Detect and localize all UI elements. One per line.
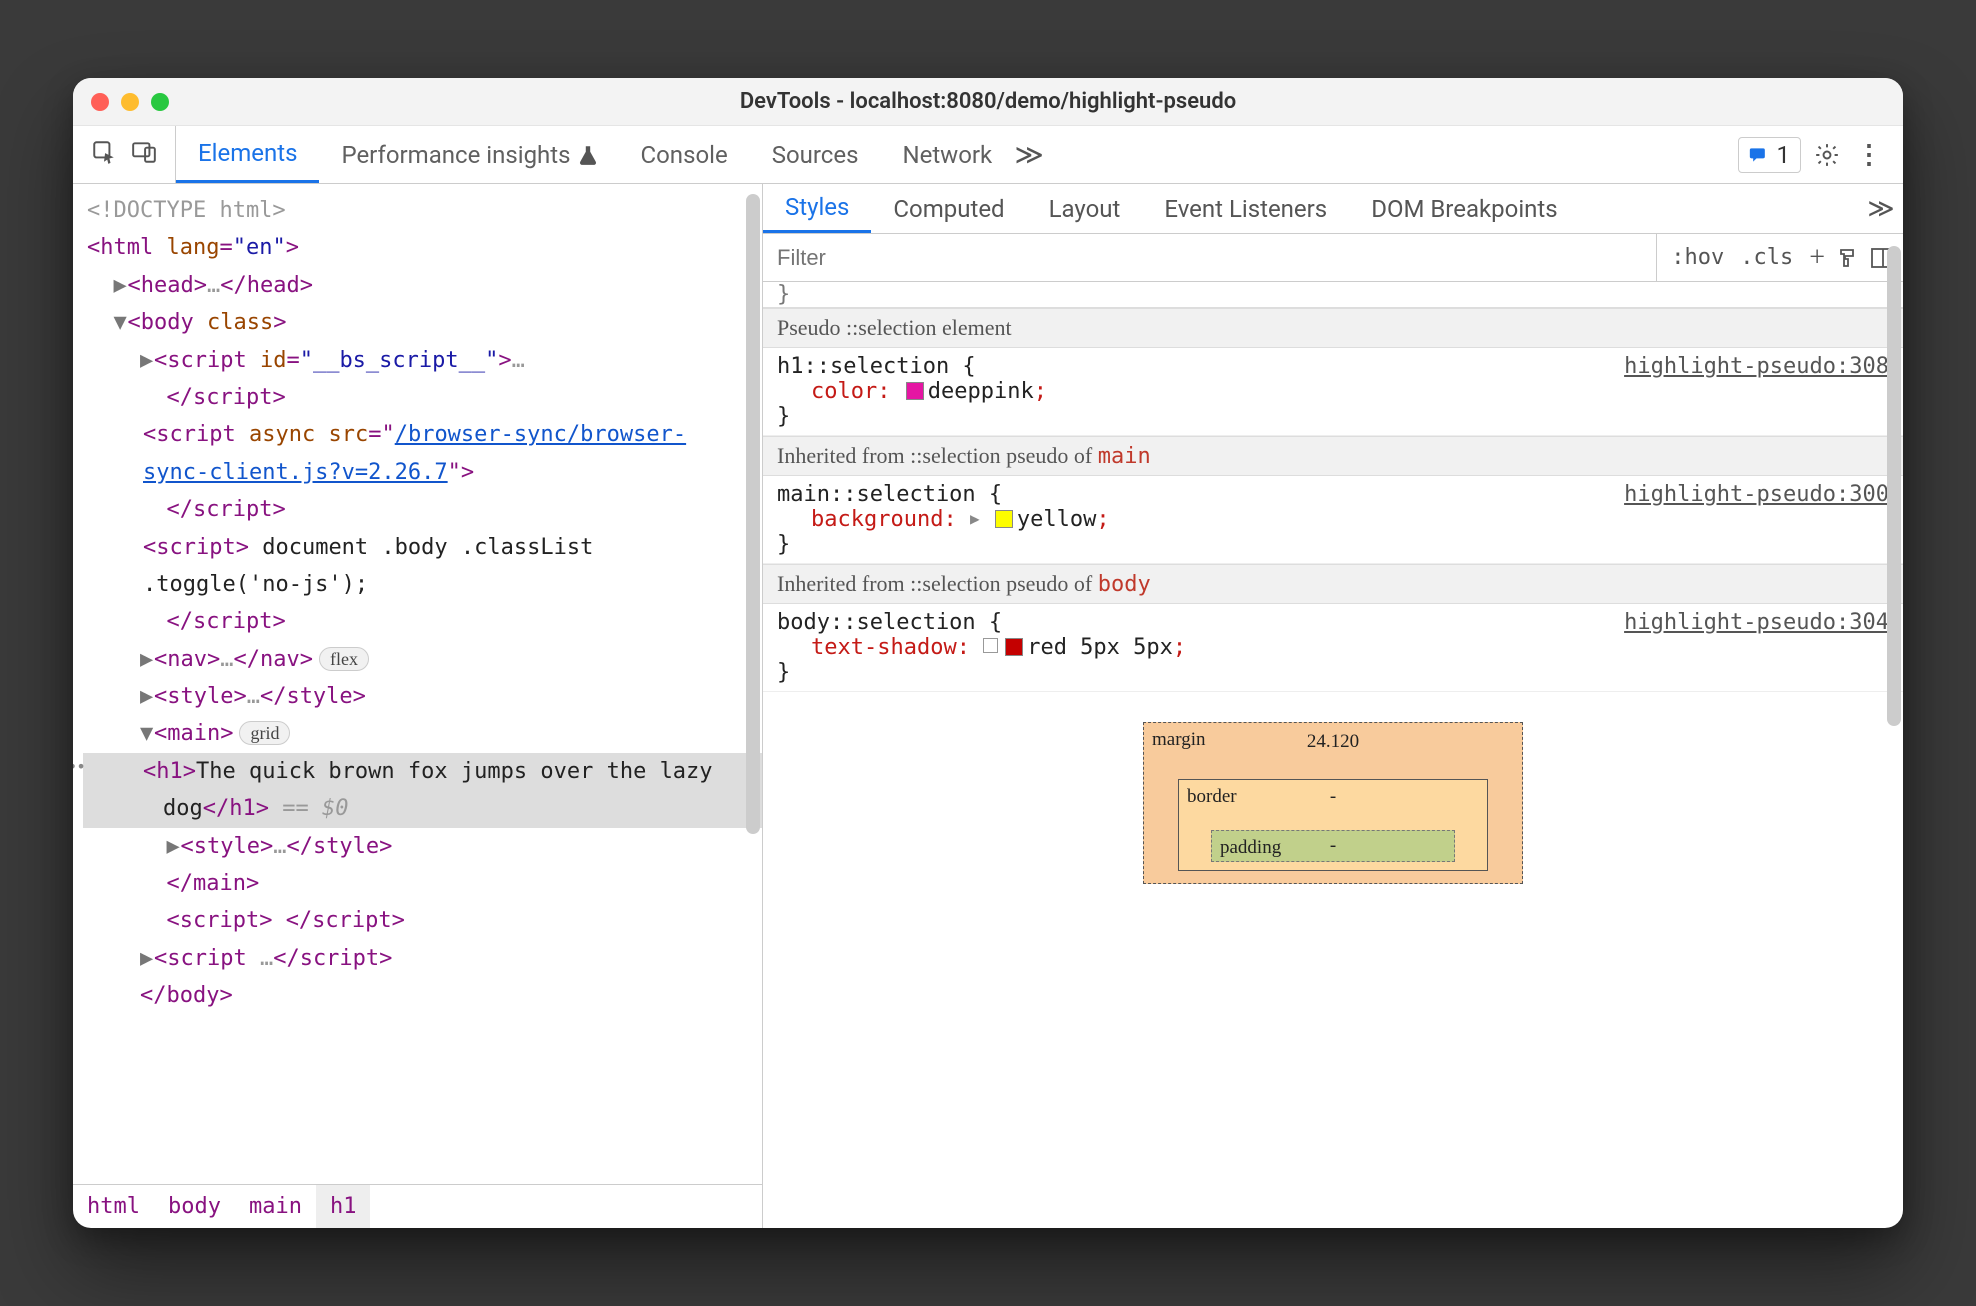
section-inherited-body: Inherited from ::selection pseudo of bod… — [763, 564, 1903, 604]
tab-console[interactable]: Console — [619, 126, 750, 183]
tab-overflow-button[interactable]: ≫ — [1014, 138, 1044, 171]
nav-node[interactable]: <nav> — [154, 647, 220, 672]
box-model-padding[interactable]: padding - — [1211, 830, 1455, 862]
layout-badge-flex[interactable]: flex — [319, 647, 369, 671]
subtab-styles[interactable]: Styles — [763, 184, 871, 233]
empty-script-node[interactable]: <script> </script> — [166, 908, 404, 933]
rule-body-selection[interactable]: highlight-pseudo:304 body::selection { t… — [763, 604, 1903, 692]
tab-performance-insights[interactable]: Performance insights — [319, 126, 618, 183]
issues-icon — [1749, 145, 1769, 165]
bs-script-node[interactable]: <script — [154, 348, 260, 373]
subtab-overflow[interactable]: ≫ — [1859, 184, 1903, 233]
filter-row: :hov .cls + — [763, 234, 1903, 282]
subtab-layout[interactable]: Layout — [1027, 184, 1143, 233]
browsersync-script-node[interactable]: <script — [143, 422, 249, 447]
elements-panel: <!DOCTYPE html> <html lang="en"> ▶<head>… — [73, 184, 763, 1228]
inline-script-node[interactable]: <script> — [143, 535, 249, 560]
breadcrumb: html body main h1 — [73, 1184, 762, 1228]
style-node-2[interactable]: <style> — [180, 834, 273, 859]
elements-scrollbar[interactable] — [746, 194, 760, 834]
shadow-icon[interactable] — [983, 638, 1001, 656]
rule-h1-selection[interactable]: highlight-pseudo:308 h1::selection { col… — [763, 348, 1903, 436]
color-swatch-deeppink[interactable] — [906, 382, 924, 400]
settings-button[interactable] — [1811, 142, 1843, 168]
doctype: <!DOCTYPE html> — [87, 198, 286, 223]
tab-performance-insights-label: Performance insights — [341, 141, 570, 169]
color-swatch-red[interactable] — [1005, 638, 1023, 656]
source-link-1[interactable]: highlight-pseudo:308 — [1624, 354, 1889, 379]
issues-button[interactable]: 1 — [1738, 137, 1802, 173]
device-toggle-icon[interactable] — [131, 139, 157, 171]
inspect-element-icon[interactable] — [91, 139, 117, 171]
head-node[interactable]: <head> — [128, 273, 207, 298]
more-menu-button[interactable]: ⋮ — [1853, 140, 1885, 170]
main-tab-list: Elements Performance insights Console So… — [176, 126, 1044, 183]
rule-main-selection[interactable]: highlight-pseudo:300 main::selection { b… — [763, 476, 1903, 564]
main-node[interactable]: <main> — [154, 721, 233, 746]
window-title: DevTools - localhost:8080/demo/highlight… — [73, 89, 1903, 114]
new-style-rule-button[interactable]: + — [1801, 242, 1833, 274]
devtools-window: DevTools - localhost:8080/demo/highlight… — [73, 78, 1903, 1228]
subtab-computed[interactable]: Computed — [871, 184, 1026, 233]
styles-list[interactable]: } Pseudo ::selection element highlight-p… — [763, 282, 1903, 1228]
main-toolbar: Elements Performance insights Console So… — [73, 126, 1903, 184]
body-node[interactable]: <body — [128, 310, 207, 335]
crumb-html[interactable]: html — [73, 1185, 154, 1228]
gear-icon — [1814, 142, 1840, 168]
script-node-last[interactable]: <script — [154, 946, 260, 971]
box-model-border[interactable]: border - padding - — [1178, 779, 1488, 871]
color-swatch-yellow[interactable] — [995, 510, 1013, 528]
content-split: <!DOCTYPE html> <html lang="en"> ▶<head>… — [73, 184, 1903, 1228]
crumb-h1[interactable]: h1 — [316, 1185, 371, 1228]
selected-node-h1[interactable]: <h1>The quick brown fox jumps over the l… — [83, 753, 762, 828]
styles-panel: Styles Computed Layout Event Listeners D… — [763, 184, 1903, 1228]
subtab-dom-breakpoints[interactable]: DOM Breakpoints — [1349, 184, 1579, 233]
crumb-body[interactable]: body — [154, 1185, 235, 1228]
styles-filter-input[interactable] — [763, 234, 1656, 281]
styles-scrollbar[interactable] — [1887, 246, 1901, 726]
toolbar-left — [73, 126, 176, 183]
section-pseudo-selection: Pseudo ::selection element — [763, 308, 1903, 348]
subtab-event-listeners[interactable]: Event Listeners — [1142, 184, 1349, 233]
layout-badge-grid[interactable]: grid — [239, 721, 290, 745]
style-node[interactable]: <style> — [154, 684, 247, 709]
crumb-main[interactable]: main — [235, 1185, 316, 1228]
section-inherited-main: Inherited from ::selection pseudo of mai… — [763, 436, 1903, 476]
flask-icon — [579, 144, 597, 166]
source-link-3[interactable]: highlight-pseudo:304 — [1624, 610, 1889, 635]
filter-actions: :hov .cls + — [1656, 234, 1903, 281]
paint-icon[interactable] — [1837, 246, 1861, 270]
tab-network[interactable]: Network — [880, 126, 1014, 183]
tab-elements[interactable]: Elements — [176, 126, 319, 183]
issues-count: 1 — [1777, 141, 1791, 169]
styles-subtabs: Styles Computed Layout Event Listeners D… — [763, 184, 1903, 234]
html-tag-open[interactable]: <html — [87, 235, 166, 260]
clipped-rule-end: } — [763, 282, 1903, 308]
source-link-2[interactable]: highlight-pseudo:300 — [1624, 482, 1889, 507]
dom-tree[interactable]: <!DOCTYPE html> <html lang="en"> ▶<head>… — [73, 184, 762, 1184]
box-model-margin[interactable]: margin 24.120 border - padding - — [1143, 722, 1523, 884]
toggle-cls[interactable]: .cls — [1732, 245, 1801, 270]
titlebar: DevTools - localhost:8080/demo/highlight… — [73, 78, 1903, 126]
box-model: margin 24.120 border - padding - — [763, 692, 1903, 884]
toolbar-right: 1 ⋮ — [1738, 126, 1904, 183]
tab-sources[interactable]: Sources — [750, 126, 881, 183]
toggle-hov[interactable]: :hov — [1663, 245, 1732, 270]
